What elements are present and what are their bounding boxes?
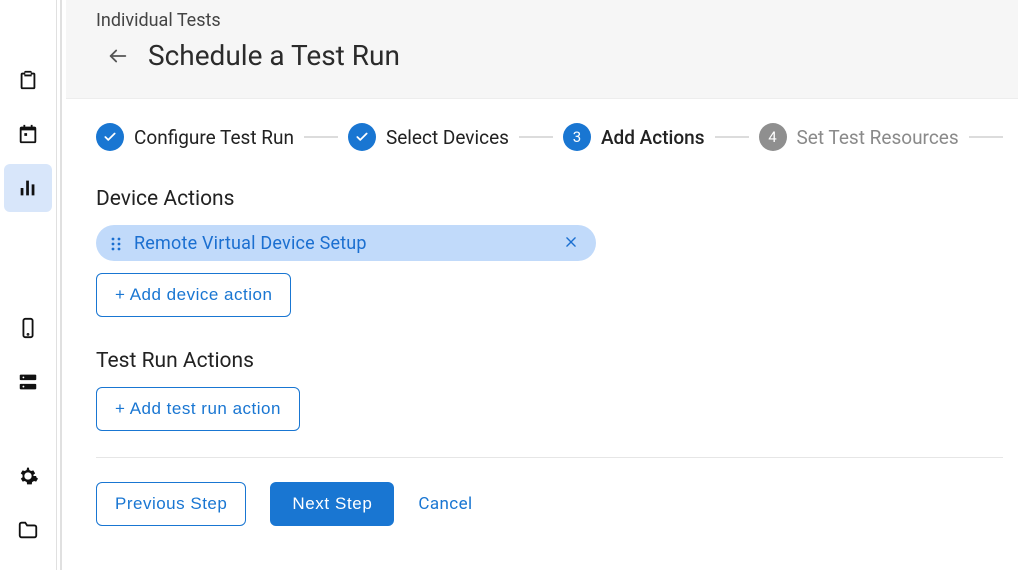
step-number: 4	[759, 123, 787, 151]
header: Individual Tests Schedule a Test Run	[66, 0, 1018, 99]
test-run-actions-section: Test Run Actions + Add test run action	[96, 349, 1003, 431]
folder-icon	[17, 519, 39, 541]
step-label: Set Test Resources	[797, 126, 959, 149]
server-icon	[17, 371, 39, 393]
step-set-test-resources[interactable]: 4 Set Test Resources	[759, 123, 959, 151]
step-connector	[519, 136, 553, 138]
step-connector	[304, 136, 338, 138]
section-title: Device Actions	[96, 187, 1003, 211]
drag-handle-icon[interactable]	[110, 236, 122, 250]
phone-icon	[17, 317, 39, 339]
add-device-action-button[interactable]: + Add device action	[96, 273, 291, 317]
calendar-icon	[17, 123, 39, 145]
content: Configure Test Run Select Devices 3 Add …	[66, 99, 1018, 570]
sidebar	[0, 0, 56, 570]
step-add-actions[interactable]: 3 Add Actions	[563, 123, 705, 151]
device-actions-section: Device Actions Remote Virtual Device Set…	[96, 187, 1003, 317]
close-icon[interactable]	[560, 231, 582, 256]
sidebar-item-clipboard[interactable]	[4, 56, 52, 104]
cancel-button[interactable]: Cancel	[418, 494, 472, 514]
page-title: Schedule a Test Run	[148, 39, 400, 72]
footer-divider	[96, 457, 1003, 458]
sidebar-item-phone[interactable]	[4, 304, 52, 352]
chart-icon	[17, 177, 39, 199]
device-action-chip[interactable]: Remote Virtual Device Setup	[96, 225, 596, 261]
step-configure-test-run[interactable]: Configure Test Run	[96, 123, 294, 151]
step-connector	[969, 136, 1003, 138]
section-title: Test Run Actions	[96, 349, 1003, 373]
step-number: 3	[563, 123, 591, 151]
sidebar-item-server[interactable]	[4, 358, 52, 406]
breadcrumb: Individual Tests	[96, 10, 1003, 31]
step-label: Configure Test Run	[134, 126, 294, 149]
previous-step-button[interactable]: Previous Step	[96, 482, 246, 526]
arrow-left-icon	[107, 45, 129, 67]
footer-actions: Previous Step Next Step Cancel	[96, 482, 1003, 526]
step-select-devices[interactable]: Select Devices	[348, 123, 509, 151]
back-button[interactable]	[106, 44, 130, 68]
add-test-run-action-button[interactable]: + Add test run action	[96, 387, 300, 431]
clipboard-icon	[17, 69, 39, 91]
gear-icon	[17, 465, 39, 487]
sidebar-item-folder[interactable]	[4, 506, 52, 554]
step-connector	[715, 136, 749, 138]
sidebar-item-chart[interactable]	[4, 164, 52, 212]
sidebar-item-gear[interactable]	[4, 452, 52, 500]
check-icon	[96, 123, 124, 151]
check-icon	[348, 123, 376, 151]
main: Individual Tests Schedule a Test Run Con…	[66, 0, 1018, 570]
chip-label: Remote Virtual Device Setup	[134, 233, 548, 254]
stepper: Configure Test Run Select Devices 3 Add …	[96, 123, 1003, 151]
step-label: Select Devices	[386, 126, 509, 149]
sidebar-item-calendar[interactable]	[4, 110, 52, 158]
next-step-button[interactable]: Next Step	[270, 482, 394, 526]
sidebar-divider	[56, 0, 66, 570]
step-label: Add Actions	[601, 126, 705, 149]
